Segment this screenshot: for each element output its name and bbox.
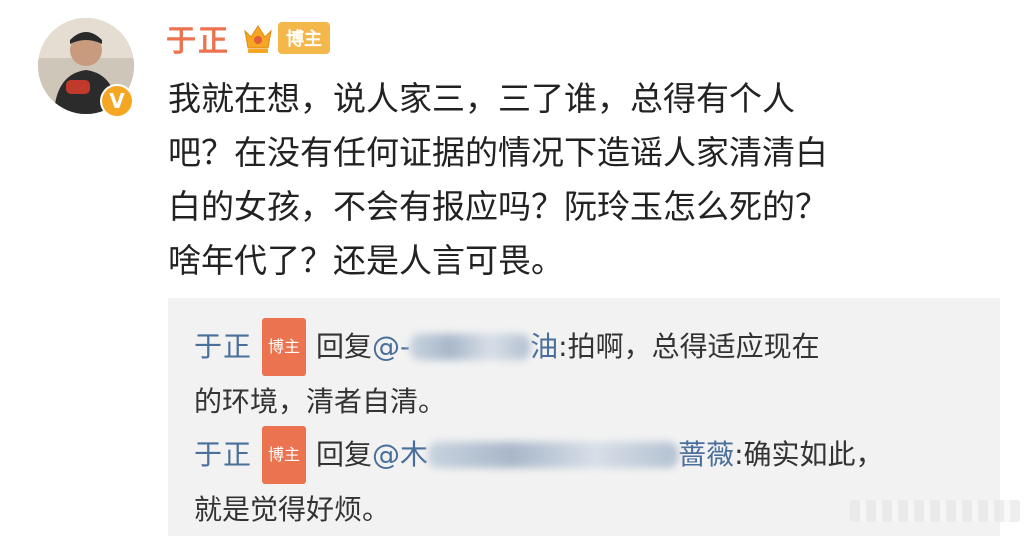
author-badge: 博主 [278, 22, 330, 54]
reply-item: 于正 博主 回复@- 油:拍啊，总得适应现在 的环境，清者自清。 [194, 318, 820, 428]
post-header: 于正 博主 [166, 16, 330, 60]
reply-prefix: 回复 [316, 438, 373, 471]
reply-badge: 博主 [262, 426, 307, 484]
mention-start[interactable]: @- [372, 330, 410, 363]
reply-badge: 博主 [262, 318, 307, 376]
reply-text-continued: 的环境，清者自清。 [194, 385, 447, 418]
post-line: 吧？在没有任何证据的情况下造谣人家清清白 [168, 133, 828, 172]
post-line: 白的女孩，不会有报应吗？阮玲玉怎么死的？ [168, 187, 828, 226]
blurred-username [410, 334, 531, 360]
author-name[interactable]: 于正 [166, 16, 230, 60]
reply-text: :拍啊，总得适应现在 [558, 330, 820, 363]
blurred-username [428, 442, 679, 468]
mention-start[interactable]: @木 [372, 438, 428, 471]
reply-text: :确实如此， [734, 438, 884, 471]
post-content: 我就在想，说人家三，三了谁，总得有个人 吧？在没有任何证据的情况下造谣人家清清白… [168, 72, 988, 288]
verified-icon: V [100, 84, 134, 118]
watermark [850, 500, 1020, 522]
reply-user[interactable]: 于正 [194, 438, 252, 471]
reply-prefix: 回复 [316, 330, 373, 363]
post-line: 我就在想，说人家三，三了谁，总得有个人 [168, 79, 795, 118]
reply-item: 于正 博主 回复@木 蔷薇:确实如此， 就是觉得好烦。 [194, 426, 884, 536]
reply-text-continued: 就是觉得好烦。 [194, 493, 391, 526]
reply-first-line: 于正 博主 回复@- 油:拍啊，总得适应现在 [194, 318, 820, 376]
crown-icon [244, 25, 272, 53]
reply-user[interactable]: 于正 [194, 330, 252, 363]
mention-end[interactable]: 油 [530, 330, 558, 363]
post-line: 啥年代了？还是人言可畏。 [168, 241, 564, 280]
mention-end[interactable]: 蔷薇 [678, 438, 734, 471]
reply-first-line: 于正 博主 回复@木 蔷薇:确实如此， [194, 426, 884, 484]
